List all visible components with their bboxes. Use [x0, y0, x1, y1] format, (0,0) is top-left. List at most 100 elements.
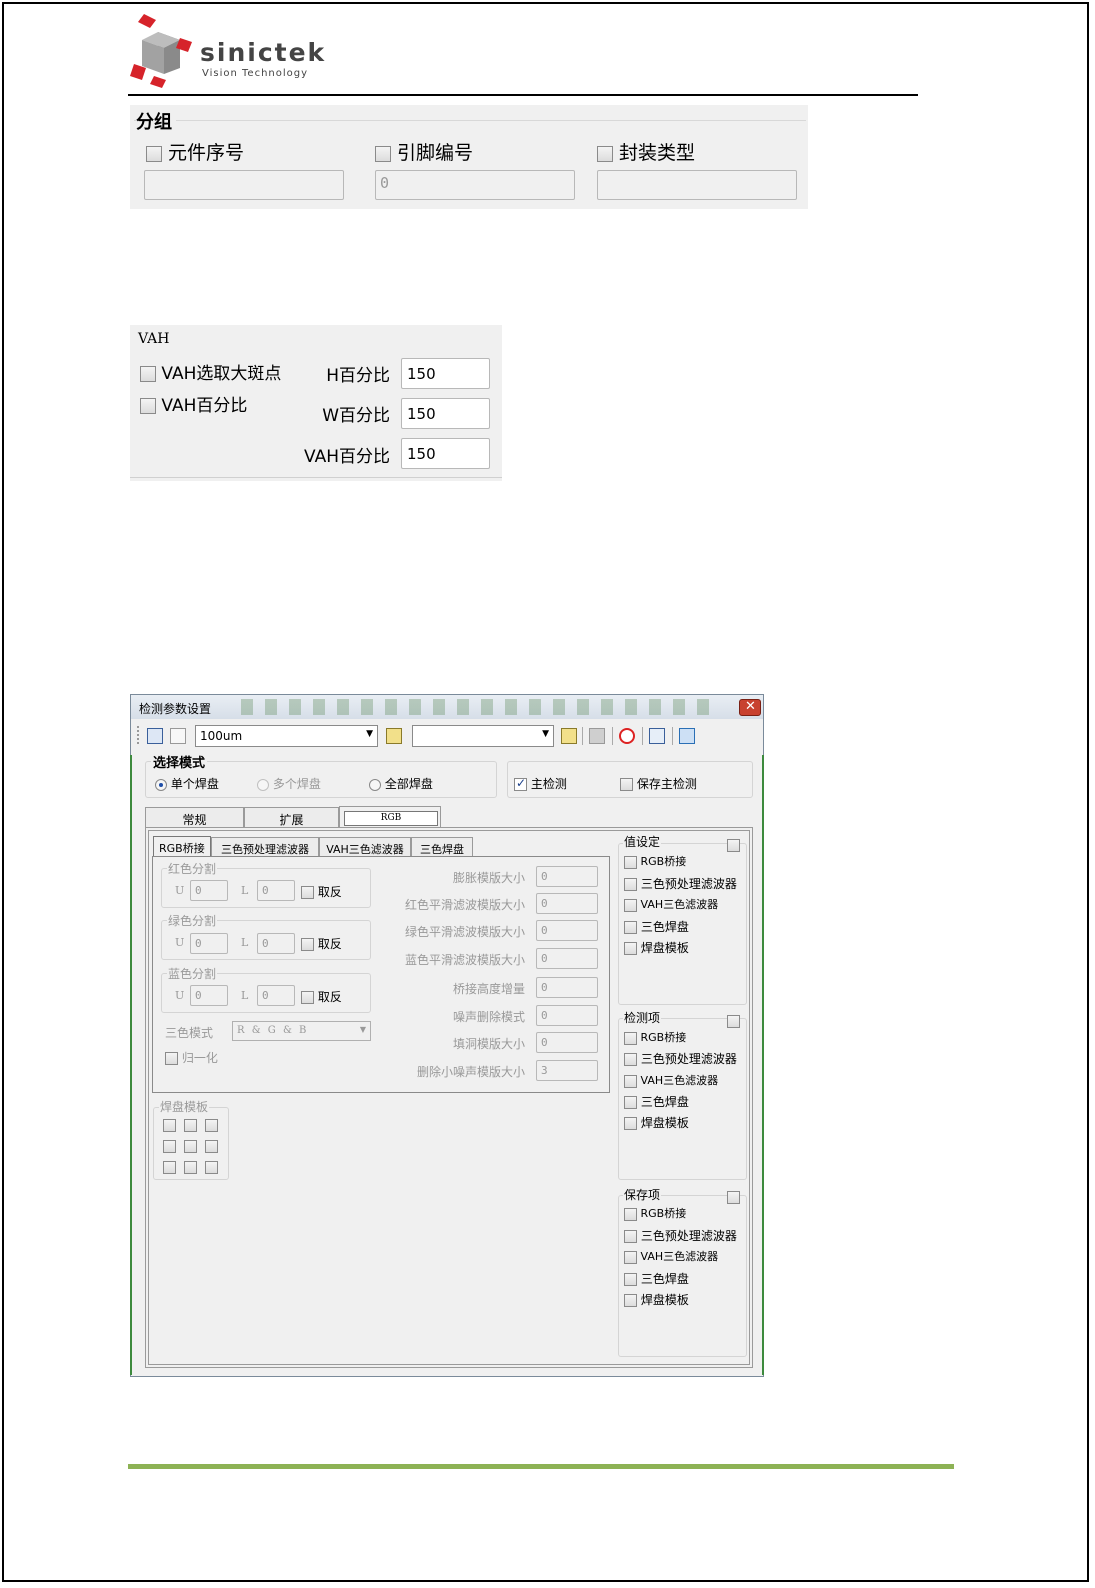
mode-single-pad[interactable]: 单个焊盘 [155, 775, 219, 792]
checkbox[interactable] [624, 1250, 637, 1264]
pad-cell-checkbox[interactable] [184, 1161, 197, 1174]
subtab-rgb-bridge[interactable]: RGB桥接 [153, 836, 211, 857]
checkbox[interactable] [301, 938, 314, 951]
value-item[interactable]: VAH三色滤波器 [624, 896, 718, 912]
checkbox[interactable] [624, 878, 637, 891]
color-mode-select[interactable]: R & G & B ▼ [232, 1021, 371, 1041]
green-invert-check[interactable]: 取反 [301, 935, 342, 952]
checkbox[interactable] [624, 942, 637, 955]
check-items-all-checkbox[interactable] [727, 1015, 740, 1028]
tab-extended[interactable]: 扩展 [244, 807, 339, 827]
tab-general[interactable]: 常规 [145, 807, 244, 827]
pad-cell-checkbox[interactable] [184, 1140, 197, 1153]
pad-cell-checkbox[interactable] [205, 1119, 218, 1132]
normalize-check[interactable]: 归一化 [165, 1049, 218, 1066]
package-type-field[interactable] [597, 170, 797, 200]
checkbox[interactable] [140, 366, 156, 382]
close-button[interactable]: ✕ [739, 699, 761, 716]
checkbox[interactable] [624, 1031, 637, 1045]
checkbox[interactable] [597, 145, 613, 162]
checkbox[interactable] [301, 886, 314, 899]
tab-rgb[interactable]: RGB [339, 806, 441, 828]
pad-cell-checkbox[interactable] [184, 1119, 197, 1132]
vah-percent-field[interactable]: 150 [401, 438, 490, 469]
h-percent-field[interactable]: 150 [401, 358, 490, 389]
checkbox[interactable] [624, 1117, 637, 1130]
vah-percent-check[interactable]: VAH百分比 [140, 391, 247, 416]
checkbox[interactable] [624, 921, 637, 934]
pad-cell-checkbox[interactable] [205, 1140, 218, 1153]
print-icon[interactable] [649, 728, 665, 744]
pad-cell-checkbox[interactable] [163, 1140, 176, 1153]
subtab-color-prefilter[interactable]: 三色预处理滤波器 [211, 837, 319, 857]
edit-icon[interactable] [589, 728, 605, 744]
check-item[interactable]: 焊盘模板 [624, 1114, 689, 1131]
value-item[interactable]: 三色焊盘 [624, 918, 689, 935]
value-item[interactable]: 焊盘模板 [624, 939, 689, 956]
param-field[interactable]: 0 [536, 1032, 598, 1053]
save-item[interactable]: VAH三色滤波器 [624, 1248, 718, 1264]
subtab-color-pad[interactable]: 三色焊盘 [411, 837, 473, 857]
checkbox[interactable] [624, 1230, 637, 1243]
check-item[interactable]: RGB桥接 [624, 1029, 686, 1045]
check-part-number[interactable]: 元件序号 [146, 138, 244, 165]
checkbox[interactable] [165, 1052, 178, 1065]
save-item[interactable]: 三色焊盘 [624, 1270, 689, 1287]
param-field[interactable]: 0 [536, 1005, 598, 1026]
apply-second-icon[interactable] [561, 728, 577, 744]
param-field[interactable]: 0 [536, 893, 598, 914]
value-item[interactable]: RGB桥接 [624, 853, 686, 869]
checkbox[interactable] [624, 1207, 637, 1221]
w-percent-field[interactable]: 150 [401, 398, 490, 429]
open-file-icon[interactable] [170, 728, 186, 744]
radio[interactable] [155, 778, 167, 791]
mode-multi-pad[interactable]: 多个焊盘 [257, 775, 321, 792]
check-item[interactable]: 三色焊盘 [624, 1093, 689, 1110]
checkbox[interactable] [514, 776, 527, 791]
stop-icon[interactable] [619, 728, 635, 744]
param-field[interactable]: 0 [536, 920, 598, 941]
part-number-field[interactable] [144, 170, 344, 200]
blue-invert-check[interactable]: 取反 [301, 988, 342, 1005]
main-check[interactable]: 主检测 [514, 775, 567, 792]
checkbox[interactable] [624, 1096, 637, 1109]
save-item[interactable]: 焊盘模板 [624, 1291, 689, 1308]
checkbox[interactable] [620, 778, 633, 791]
param-field[interactable]: 0 [536, 866, 598, 887]
radio[interactable] [257, 778, 269, 791]
pin-number-field[interactable]: 0 [375, 170, 575, 200]
checkbox[interactable] [301, 991, 314, 1004]
param-field[interactable]: 3 [536, 1060, 598, 1081]
save-item[interactable]: RGB桥接 [624, 1205, 686, 1221]
param-field[interactable]: 0 [536, 948, 598, 969]
save-main-check[interactable]: 保存主检测 [620, 775, 697, 792]
red-u-field[interactable]: 0 [190, 880, 228, 901]
pad-cell-checkbox[interactable] [205, 1161, 218, 1174]
blue-u-field[interactable]: 0 [190, 985, 228, 1006]
subtab-vah-filter[interactable]: VAH三色滤波器 [319, 837, 411, 857]
check-item[interactable]: VAH三色滤波器 [624, 1072, 718, 1088]
pad-cell-checkbox[interactable] [163, 1119, 176, 1132]
save-icon[interactable] [147, 728, 163, 744]
value-item[interactable]: 三色预处理滤波器 [624, 875, 737, 892]
red-invert-check[interactable]: 取反 [301, 883, 342, 900]
green-l-field[interactable]: 0 [257, 933, 295, 954]
apply-size-icon[interactable] [386, 728, 402, 744]
save-items-all-checkbox[interactable] [727, 1191, 740, 1204]
pad-cell-checkbox[interactable] [163, 1161, 176, 1174]
checkbox[interactable] [146, 145, 162, 162]
checkbox[interactable] [624, 855, 637, 869]
checkbox[interactable] [140, 398, 156, 414]
mode-all-pads[interactable]: 全部焊盘 [369, 775, 433, 792]
checkbox[interactable] [624, 1053, 637, 1066]
check-pin-number[interactable]: 引脚编号 [375, 138, 473, 165]
size-select[interactable]: 100um ▼ [195, 725, 378, 747]
checkbox[interactable] [624, 1294, 637, 1307]
radio[interactable] [369, 778, 381, 791]
second-select[interactable]: ▼ [412, 725, 554, 747]
vah-big-spot-check[interactable]: VAH选取大斑点 [140, 359, 281, 384]
save-item[interactable]: 三色预处理滤波器 [624, 1227, 737, 1244]
value-setting-all-checkbox[interactable] [727, 839, 740, 852]
checkbox[interactable] [624, 898, 637, 912]
param-field[interactable]: 0 [536, 977, 598, 998]
